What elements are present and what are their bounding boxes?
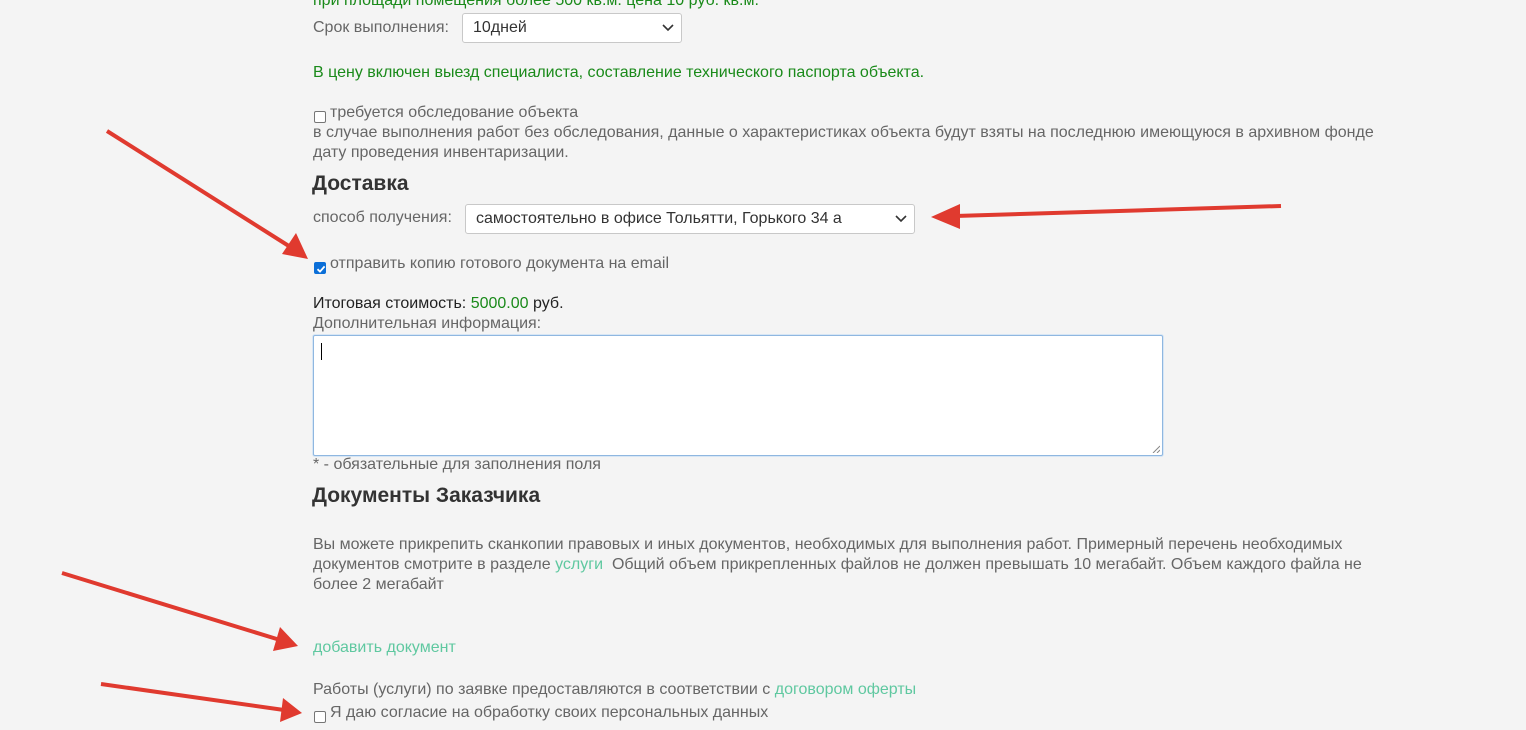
arrow-to-delivery-select [931, 204, 1282, 229]
arrow-to-consent-checkbox [100, 682, 302, 722]
arrow-to-email-checkbox [105, 129, 308, 259]
arrow-to-add-document [61, 571, 298, 651]
annotation-arrows [61, 129, 1282, 722]
